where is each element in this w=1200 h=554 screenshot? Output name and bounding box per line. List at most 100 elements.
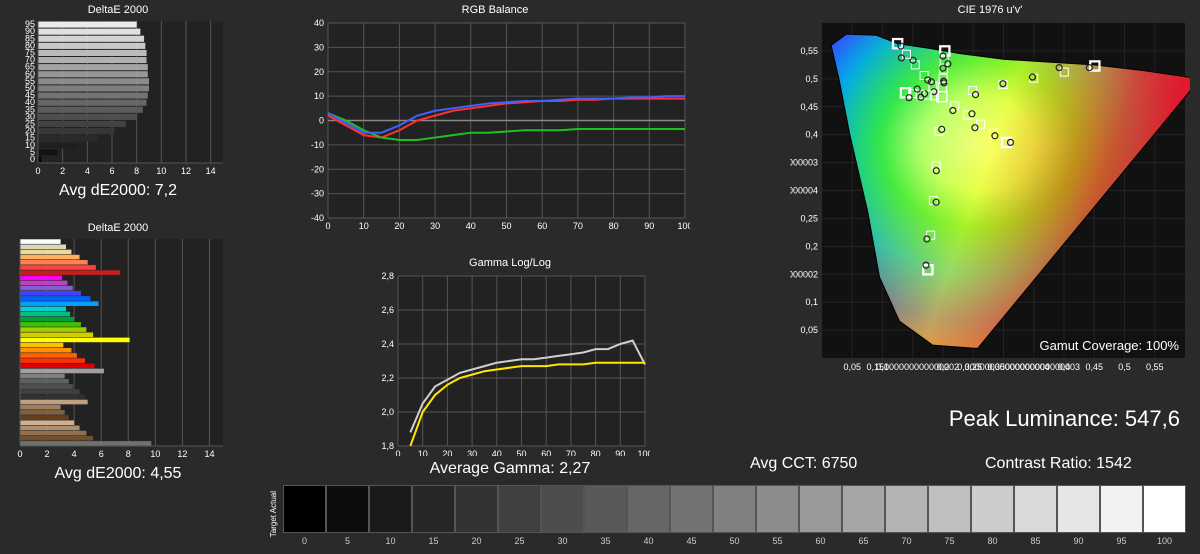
svg-text:-40: -40 <box>311 213 324 223</box>
svg-text:0,5: 0,5 <box>1118 362 1131 372</box>
svg-text:10: 10 <box>156 166 166 176</box>
svg-text:0,55: 0,55 <box>800 46 818 56</box>
svg-text:14: 14 <box>206 166 216 176</box>
color-deltaE-plot: 02468101214 <box>8 236 228 461</box>
cie-chart: CIE 1976 u'v' 0,050,050,10,10,1500000000… <box>790 2 1190 378</box>
svg-text:0,05: 0,05 <box>800 325 818 335</box>
svg-text:0,2: 0,2 <box>937 362 950 372</box>
color-deltaE-stat: Avg dE2000: 4,55 <box>8 465 228 483</box>
svg-text:0,45: 0,45 <box>1085 362 1103 372</box>
svg-text:0,35000000000000003: 0,35000000000000003 <box>790 158 818 168</box>
svg-text:100: 100 <box>677 221 690 231</box>
ramp-swatch: 5 <box>326 485 369 533</box>
ramp-swatch-label: 75 <box>929 536 970 546</box>
ramp-swatch-label: 25 <box>499 536 540 546</box>
svg-text:2,6: 2,6 <box>381 305 394 315</box>
svg-text:70: 70 <box>566 449 576 456</box>
gamma-chart: Gamma Log/Log 1,82,02,22,42,62,801020304… <box>370 255 650 478</box>
ramp-swatch: 30 <box>541 485 584 533</box>
svg-text:20: 20 <box>442 449 452 456</box>
ramp-swatch-label: 50 <box>714 536 755 546</box>
ramp-swatch-label: 35 <box>585 536 626 546</box>
svg-text:0,1: 0,1 <box>805 297 818 307</box>
svg-text:10: 10 <box>150 449 160 459</box>
svg-text:10: 10 <box>314 91 324 101</box>
ramp-swatch-label: 40 <box>628 536 669 546</box>
cie-plot: 0,050,050,10,10,150000000000000020,15000… <box>790 18 1190 378</box>
svg-text:6: 6 <box>109 166 114 176</box>
grayscale-deltaE-stat: Avg dE2000: 7,2 <box>8 182 228 200</box>
summary-stats: Peak Luminance: 547,6 <box>700 400 1190 434</box>
svg-text:0: 0 <box>30 154 35 164</box>
ramp-row-actual-label: Actual <box>269 491 278 513</box>
svg-text:4: 4 <box>85 166 90 176</box>
svg-text:0,30000000000000004: 0,30000000000000004 <box>790 186 818 196</box>
svg-text:0: 0 <box>325 221 330 231</box>
ramp-swatch-label: 90 <box>1058 536 1099 546</box>
ramp-swatch: 75 <box>928 485 971 533</box>
svg-text:6: 6 <box>99 449 104 459</box>
svg-text:90: 90 <box>615 449 625 456</box>
ramp-swatch-label: 5 <box>327 536 368 546</box>
svg-text:0,45: 0,45 <box>800 102 818 112</box>
ramp-swatch: 55 <box>756 485 799 533</box>
ramp-swatch: 10 <box>369 485 412 533</box>
svg-text:0,4: 0,4 <box>805 130 818 140</box>
svg-text:2,4: 2,4 <box>381 339 394 349</box>
ramp-swatch-label: 70 <box>886 536 927 546</box>
rgb-balance-chart: RGB Balance -40-30-20-100102030400102030… <box>300 2 690 233</box>
svg-text:20: 20 <box>314 67 324 77</box>
ramp-swatch: 100 <box>1143 485 1186 533</box>
ramp-swatch: 25 <box>498 485 541 533</box>
ramp-swatch-label: 65 <box>843 536 884 546</box>
ramp-swatch: 45 <box>670 485 713 533</box>
ramp-swatches: 0510152025303540455055606570758085909510… <box>283 485 1195 533</box>
ramp-swatch: 60 <box>799 485 842 533</box>
svg-text:30: 30 <box>430 221 440 231</box>
ramp-swatch-label: 55 <box>757 536 798 546</box>
ramp-swatch-label: 0 <box>284 536 325 546</box>
svg-text:14: 14 <box>204 449 214 459</box>
ramp-swatch: 0 <box>283 485 326 533</box>
svg-text:0,55: 0,55 <box>1146 362 1164 372</box>
avg-cct: Avg CCT: 6750 <box>750 455 950 473</box>
color-deltaE-chart: DeltaE 2000 02468101214 Avg dE2000: 4,55 <box>8 220 228 483</box>
grayscale-deltaE-title: DeltaE 2000 <box>8 4 228 16</box>
svg-text:0,2: 0,2 <box>805 241 818 251</box>
svg-text:80: 80 <box>609 221 619 231</box>
svg-text:70: 70 <box>573 221 583 231</box>
svg-text:40: 40 <box>466 221 476 231</box>
svg-text:12: 12 <box>181 166 191 176</box>
cie-title: CIE 1976 u'v' <box>790 4 1190 16</box>
svg-text:10: 10 <box>418 449 428 456</box>
ramp-swatch-label: 60 <box>800 536 841 546</box>
gamma-stat: Average Gamma: 2,27 <box>370 460 650 478</box>
gamma-plot: 1,82,02,22,42,62,80102030405060708090100 <box>370 271 650 456</box>
svg-text:50: 50 <box>516 449 526 456</box>
ramp-swatch-label: 30 <box>542 536 583 546</box>
color-deltaE-title: DeltaE 2000 <box>8 222 228 234</box>
svg-text:0,05: 0,05 <box>843 362 861 372</box>
svg-text:80: 80 <box>591 449 601 456</box>
svg-text:90: 90 <box>644 221 654 231</box>
ramp-swatch: 65 <box>842 485 885 533</box>
ramp-swatch: 40 <box>627 485 670 533</box>
svg-text:12: 12 <box>177 449 187 459</box>
svg-text:2,8: 2,8 <box>381 271 394 281</box>
contrast-ratio-stat: Contrast Ratio: 1542 <box>985 455 1132 472</box>
svg-text:50: 50 <box>501 221 511 231</box>
ramp-swatch: 35 <box>584 485 627 533</box>
ramp-swatch: 20 <box>455 485 498 533</box>
ramp-swatch-label: 15 <box>413 536 454 546</box>
svg-text:0: 0 <box>35 166 40 176</box>
ramp-swatch: 70 <box>885 485 928 533</box>
svg-text:2: 2 <box>60 166 65 176</box>
grayscale-ramp: Actual Target 05101520253035404550556065… <box>275 485 1195 545</box>
svg-text:1,8: 1,8 <box>381 441 394 451</box>
ramp-swatch: 80 <box>971 485 1014 533</box>
ramp-swatch-label: 10 <box>370 536 411 546</box>
ramp-swatch-label: 85 <box>1015 536 1056 546</box>
ramp-swatch-label: 95 <box>1101 536 1142 546</box>
svg-text:10: 10 <box>359 221 369 231</box>
svg-text:-20: -20 <box>311 164 324 174</box>
